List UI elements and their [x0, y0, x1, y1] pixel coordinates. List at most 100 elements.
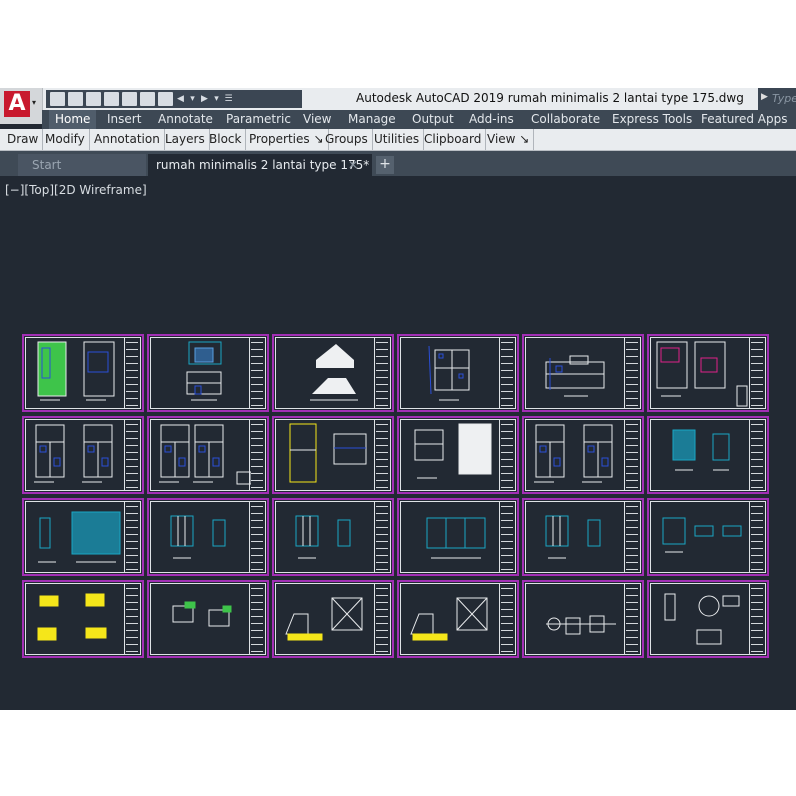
redo-icon[interactable]: ▶	[200, 92, 209, 106]
title-block-line	[376, 616, 388, 617]
panel-draw[interactable]: Draw	[3, 129, 44, 150]
title-block-line	[126, 349, 138, 350]
redo-dropdown-icon[interactable]: ▾	[212, 92, 221, 106]
drawing-sheet[interactable]	[647, 498, 769, 576]
title-block-line	[376, 349, 388, 350]
new-tab-button[interactable]: +	[376, 156, 394, 174]
drawing-sheet[interactable]	[22, 334, 144, 412]
sheet-title-block	[624, 502, 639, 572]
drawing-sheet[interactable]	[22, 580, 144, 658]
drawing-sheet[interactable]	[22, 498, 144, 576]
drawing-sheet[interactable]	[647, 580, 769, 658]
panel-layers[interactable]: Layers	[161, 129, 210, 150]
title-block-line	[126, 384, 138, 385]
drawing-sheet[interactable]	[647, 416, 769, 494]
tab-active-drawing[interactable]: rumah minimalis 2 lantai type 175* ✕	[148, 154, 372, 176]
panel-annotation[interactable]: Annotation	[90, 129, 165, 150]
panel-view[interactable]: View ↘	[483, 129, 535, 150]
sheet-drawing	[186, 341, 222, 401]
sheet-title-block	[124, 338, 139, 408]
close-icon[interactable]: ✕	[348, 154, 358, 176]
application-menu-button[interactable]: A ▾	[0, 88, 43, 124]
drawing-sheet[interactable]	[522, 498, 644, 576]
title-block-line	[251, 487, 263, 488]
tab-parametric[interactable]: Parametric	[220, 110, 297, 129]
customize-qat-icon[interactable]: ☰	[224, 92, 233, 106]
drawing-sheet[interactable]	[397, 334, 519, 412]
tab-home[interactable]: Home	[49, 110, 97, 129]
sheet-drawing	[34, 424, 113, 483]
model-viewport[interactable]: [−][Top][2D Wireframe]	[0, 176, 796, 710]
open-web-icon[interactable]	[122, 92, 137, 106]
undo-icon[interactable]: ◀	[176, 92, 185, 106]
drawing-sheet[interactable]	[272, 416, 394, 494]
sheet-drawing	[664, 593, 740, 645]
undo-dropdown-icon[interactable]: ▾	[188, 92, 197, 106]
title-block-line	[376, 637, 388, 638]
tab-annotate[interactable]: Annotate	[152, 110, 219, 129]
tab-featured-apps[interactable]: Featured Apps	[695, 110, 793, 129]
panel-modify[interactable]: Modify	[41, 129, 90, 150]
title-block-line	[501, 424, 513, 425]
title-block-line	[626, 398, 638, 399]
title-block-line	[501, 555, 513, 556]
drawing-sheet[interactable]	[272, 334, 394, 412]
sheet-title-block	[124, 420, 139, 490]
title-block-line	[251, 384, 263, 385]
drawing-sheet[interactable]	[147, 580, 269, 658]
drawing-sheet[interactable]	[522, 580, 644, 658]
tab-view[interactable]: View	[297, 110, 337, 129]
tab-insert[interactable]: Insert	[101, 110, 147, 129]
drawing-sheet[interactable]	[397, 498, 519, 576]
title-block-line	[376, 480, 388, 481]
sheet-drawing	[428, 345, 470, 401]
drawing-sheet[interactable]	[522, 334, 644, 412]
plot-icon[interactable]	[158, 92, 173, 106]
panel-groups[interactable]: Groups	[321, 129, 373, 150]
drawing-sheet[interactable]	[397, 580, 519, 658]
tab-manage[interactable]: Manage	[342, 110, 402, 129]
drawing-sheet[interactable]	[147, 334, 269, 412]
drawing-sheet[interactable]	[272, 498, 394, 576]
tab-add-ins[interactable]: Add-ins	[463, 110, 520, 129]
drawing-sheet[interactable]	[397, 416, 519, 494]
panel-clipboard[interactable]: Clipboard	[420, 129, 487, 150]
drawing-sheet[interactable]	[272, 580, 394, 658]
save-web-icon[interactable]	[140, 92, 155, 106]
title-block-line	[626, 431, 638, 432]
tab-active-drawing-label: rumah minimalis 2 lantai type 175*	[156, 158, 370, 172]
sheet-title-block	[249, 338, 264, 408]
title-block-line	[626, 349, 638, 350]
title-block-line	[376, 623, 388, 624]
new-icon[interactable]	[50, 92, 65, 106]
title-block-line	[126, 391, 138, 392]
title-block-line	[626, 616, 638, 617]
drawing-sheet[interactable]	[22, 416, 144, 494]
title-block-line	[376, 595, 388, 596]
sheet-drawing	[410, 597, 488, 641]
title-block-line	[626, 466, 638, 467]
drawing-sheet[interactable]	[147, 498, 269, 576]
drawing-sheet[interactable]	[147, 416, 269, 494]
open-icon[interactable]	[68, 92, 83, 106]
sheet-drawing	[414, 423, 492, 479]
title-block-line	[376, 513, 388, 514]
save-as-icon[interactable]	[104, 92, 119, 106]
search-box[interactable]: ▶ Type	[758, 88, 796, 110]
drawing-sheet[interactable]	[647, 334, 769, 412]
autocad-window: ◀ ▾ ▶ ▾ ☰ Autodesk AutoCAD 2019 rumah mi…	[0, 88, 796, 710]
tab-express-tools[interactable]: Express Tools	[606, 110, 698, 129]
save-icon[interactable]	[86, 92, 101, 106]
title-block-line	[376, 569, 388, 570]
panel-block[interactable]: Block	[205, 129, 247, 150]
title-block-line	[251, 363, 263, 364]
panel-utilities[interactable]: Utilities	[370, 129, 425, 150]
tab-collaborate[interactable]: Collaborate	[525, 110, 606, 129]
drawing-sheet[interactable]	[522, 416, 644, 494]
title-block-line	[251, 349, 263, 350]
tab-start[interactable]: Start	[18, 154, 146, 176]
tab-output[interactable]: Output	[406, 110, 460, 129]
title-block-line	[251, 541, 263, 542]
panel-properties[interactable]: Properties ↘	[245, 129, 329, 150]
title-block-line	[626, 363, 638, 364]
